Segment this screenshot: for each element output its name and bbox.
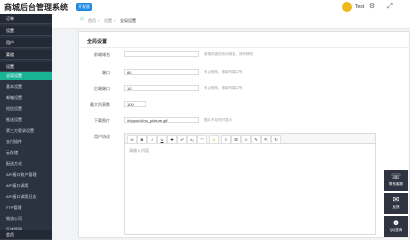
float-label: QQ咨询 xyxy=(389,228,403,232)
subscript-button[interactable]: x₂ xyxy=(187,135,197,144)
field-hint: 可以修改，请填写端口号 xyxy=(204,86,243,90)
sidebar-item-users[interactable]: 用户 xyxy=(0,38,52,48)
headset-icon: ☏ xyxy=(390,172,401,181)
float-label: 联系客服 xyxy=(389,182,403,186)
float-label: 反馈 xyxy=(392,205,400,209)
sidebar-item[interactable]: API接口调用日志 xyxy=(0,193,52,200)
default-image-input[interactable]: /ri/ppu/ui/no_picture.gif xyxy=(124,117,199,123)
sidebar-item[interactable]: 物流公司 xyxy=(0,215,52,222)
sidebar-item[interactable]: 配送方式 xyxy=(0,160,52,167)
editor-label: 用户协议 xyxy=(94,134,110,139)
app-title: 商城后台管理系统 xyxy=(4,3,68,12)
field-label: 后端端口 xyxy=(94,86,110,91)
sidebar-item[interactable]: FTP管理 xyxy=(0,204,52,211)
sidebar-item-channels[interactable]: 渠道 xyxy=(0,50,52,60)
sidebar-item-orders[interactable]: 订单 xyxy=(0,14,52,24)
sidebar-item-settings[interactable]: 设置 xyxy=(0,62,52,72)
field-label: 下载图片 xyxy=(94,118,110,123)
avatar[interactable] xyxy=(342,2,352,12)
sidebar-item[interactable]: API接口调用 xyxy=(0,182,52,189)
quote-button[interactable]: "" xyxy=(197,135,207,144)
sidebar: 订单 设置 用户 渠道 设置 全局设置 基本设置 邮箱设置 短信设置 推送设置 … xyxy=(0,14,52,240)
align-button[interactable]: ≡ xyxy=(221,135,231,144)
sidebar-item[interactable]: 第三方登录设置 xyxy=(0,127,52,134)
sidebar-item-members[interactable]: 会员 xyxy=(0,230,52,240)
contact-service-button[interactable]: ☏ 联系客服 xyxy=(384,170,408,191)
breadcrumb-current: 全局设置 xyxy=(120,18,136,23)
breadcrumb-home[interactable]: 首页 xyxy=(88,18,96,24)
heading-button[interactable]: H xyxy=(127,135,137,144)
field-label: 前端域名 xyxy=(94,52,110,57)
sidebar-item-settings-1[interactable]: 设置 xyxy=(0,26,52,36)
underline-button[interactable]: U xyxy=(157,135,167,144)
fullscreen-button[interactable]: ⇱ xyxy=(261,135,271,144)
sidebar-item[interactable]: 基本设置 xyxy=(0,83,52,90)
frontend-domain-input[interactable] xyxy=(124,51,199,57)
breadcrumb-separator: › xyxy=(114,18,116,23)
field-hint: 前端页面的访问域名，请勿修改 xyxy=(204,52,253,56)
breadcrumb-settings[interactable]: 设置 xyxy=(104,18,112,24)
editor-toolbar: H B I U S x² x₂ "" A ≡ ⊞ ☺ ✎ ⇱ ↻ xyxy=(125,134,375,144)
sidebar-item[interactable]: 推送设置 xyxy=(0,116,52,123)
feedback-button[interactable]: ✉ 反馈 xyxy=(384,193,408,214)
backend-port-input[interactable]: 10 xyxy=(124,85,199,91)
italic-button[interactable]: I xyxy=(147,135,157,144)
font-color-button[interactable]: A xyxy=(209,135,219,144)
expand-icon[interactable]: ⤢ xyxy=(386,3,394,11)
edit-button[interactable]: ✎ xyxy=(251,135,261,144)
bold-button[interactable]: B xyxy=(137,135,147,144)
breadcrumb: ⌂ 首页 › 设置 › 全局设置 xyxy=(52,14,410,29)
field-label: 端口 xyxy=(102,70,110,75)
home-icon[interactable]: ⌂ xyxy=(80,16,84,22)
sidebar-item[interactable]: 支付插件 xyxy=(0,138,52,145)
top-bar: 商城后台管理系统 开发版 Test ⚙ ⤢ xyxy=(0,0,410,15)
breadcrumb-separator: › xyxy=(98,18,100,23)
username[interactable]: Test xyxy=(355,4,364,10)
sidebar-item[interactable]: 邮箱设置 xyxy=(0,94,52,101)
sidebar-item[interactable]: API接口账户管理 xyxy=(0,171,52,178)
qq-icon: ☻ xyxy=(391,218,401,227)
field-hint: 图片不存在时显示 xyxy=(204,118,232,122)
qq-consult-button[interactable]: ☻ QQ咨询 xyxy=(384,216,408,237)
emoji-button[interactable]: ☺ xyxy=(241,135,251,144)
field-label: 最大列表数 xyxy=(90,102,110,107)
port-input[interactable]: 80 xyxy=(124,69,199,75)
table-button[interactable]: ⊞ xyxy=(231,135,241,144)
redo-button[interactable]: ↻ xyxy=(271,135,281,144)
panel-title: 全局设置 xyxy=(87,39,108,45)
divider xyxy=(79,47,409,48)
max-list-input[interactable]: 100 xyxy=(124,101,146,107)
sidebar-item[interactable]: 云存储 xyxy=(0,149,52,156)
field-hint: 可以修改，请填写端口号 xyxy=(204,70,243,74)
settings-icon[interactable]: ⚙ xyxy=(368,3,376,11)
version-badge: 开发版 xyxy=(76,3,92,11)
chat-icon: ✉ xyxy=(392,195,400,204)
sidebar-item-global-settings[interactable]: 全局设置 xyxy=(0,72,52,80)
editor-placeholder: 请输入内容 xyxy=(129,148,149,153)
strikethrough-button[interactable]: S xyxy=(167,135,177,144)
sidebar-item[interactable]: 短信设置 xyxy=(0,105,52,112)
superscript-button[interactable]: x² xyxy=(177,135,187,144)
user-agreement-editor[interactable]: H B I U S x² x₂ "" A ≡ ⊞ ☺ ✎ ⇱ ↻ 请输入内容 xyxy=(124,133,376,235)
